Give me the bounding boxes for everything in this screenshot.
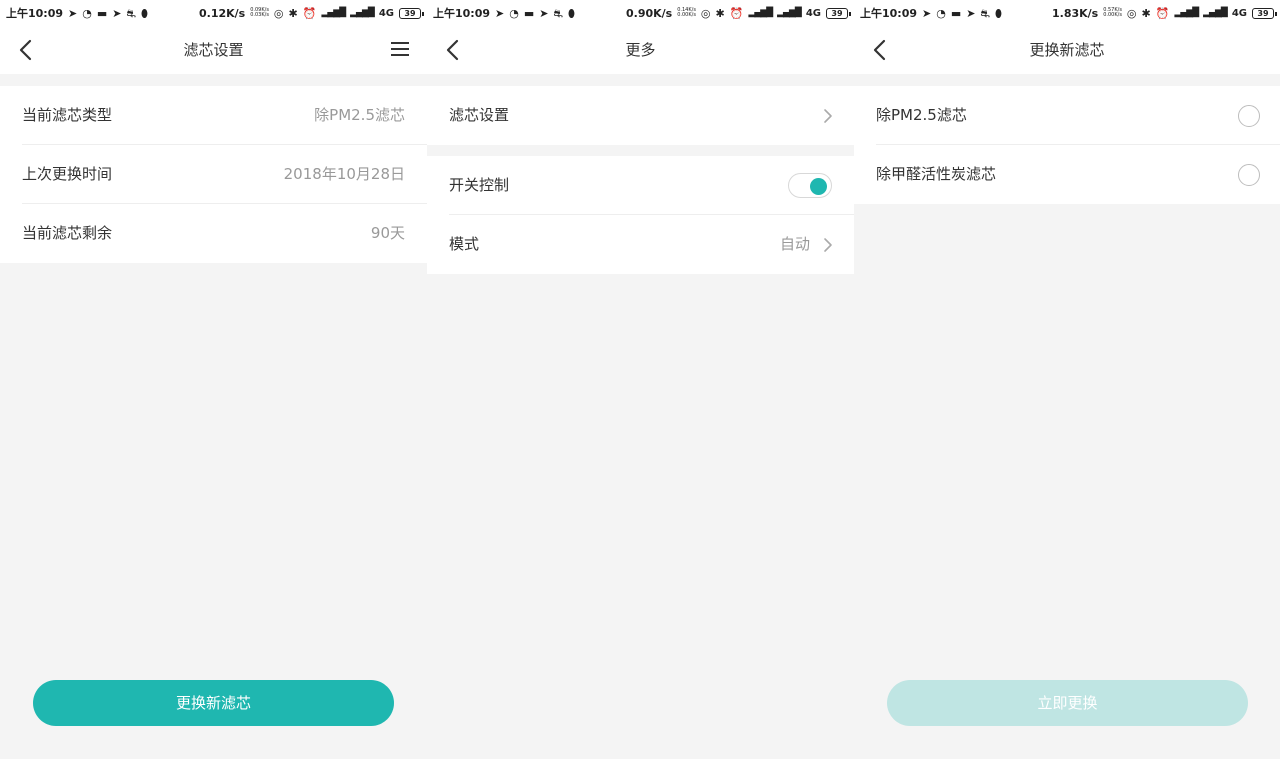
signal-icon: ▂▄▆█ (1174, 8, 1199, 18)
network-type: 4G (805, 7, 821, 19)
qq-icon: ◔ (509, 6, 519, 20)
app-icon: ⛐ (126, 6, 136, 20)
status-time: 上午10:09 (6, 7, 64, 20)
last-replaced-label: 上次更换时间 (22, 165, 113, 183)
battery-icon: 39 (826, 7, 851, 19)
telegram-icon: ➤ (68, 6, 78, 20)
alarm-icon: ⏰ (1155, 6, 1170, 20)
network-speed: 1.83K/s (1051, 6, 1099, 20)
hotspot-icon: ◎ (700, 6, 711, 20)
option-carbon-row[interactable]: 除甲醛活性炭滤芯 (854, 145, 1280, 204)
signal-icon: ▂▄▆█ (350, 8, 375, 18)
signal-icon: ▂▄▆█ (1203, 8, 1228, 18)
power-toggle[interactable] (788, 173, 832, 198)
mode-row[interactable]: 模式 自动 (427, 215, 854, 274)
message-icon: ▬ (950, 6, 962, 20)
bluetooth-icon: ✱ (1141, 6, 1151, 20)
switch-control-label: 开关控制 (449, 176, 510, 194)
filter-type-row: 当前滤芯类型 除PM2.5滤芯 (0, 86, 427, 145)
qq-icon: ◔ (936, 6, 946, 20)
header: 滤芯设置 (0, 26, 427, 74)
telegram-icon: ➤ (539, 6, 549, 20)
filter-remaining-label: 当前滤芯剩余 (22, 224, 113, 242)
last-replaced-row: 上次更换时间 2018年10月28日 (0, 145, 427, 204)
app-icon: ⛐ (980, 6, 990, 20)
menu-icon (391, 42, 409, 44)
filter-settings-row[interactable]: 滤芯设置 (427, 86, 854, 145)
status-time: 上午10:09 (860, 7, 918, 20)
option-carbon-label: 除甲醛活性炭滤芯 (876, 165, 997, 183)
status-bar: 上午10:09 ➤ ◔ ▬ ➤ ⛐ ⬮ 1.83K/s 0.57K/s 0.00… (854, 0, 1280, 26)
option-pm25-label: 除PM2.5滤芯 (876, 106, 967, 124)
status-bar: 上午10:09 ➤ ◔ ▬ ➤ ⛐ ⬮ 0.90K/s 0.14K/s 0.00… (427, 0, 854, 26)
menu-button[interactable] (389, 39, 411, 61)
signal-icon: ▂▄▆█ (321, 8, 346, 18)
network-speed-detail: 0.57K/s 0.00K/s (1103, 7, 1122, 18)
more-screen: 上午10:09 ➤ ◔ ▬ ➤ ⛐ ⬮ 0.90K/s 0.14K/s 0.00… (427, 0, 854, 759)
mode-value: 自动 (779, 235, 810, 253)
option-pm25-radio[interactable] (1238, 105, 1260, 127)
signal-icon: ▂▄▆█ (777, 8, 802, 18)
filter-type-label: 当前滤芯类型 (22, 106, 113, 124)
chevron-right-icon (822, 236, 834, 254)
bluetooth-icon: ✱ (715, 6, 725, 20)
network-type: 4G (1231, 7, 1247, 19)
network-speed: 0.12K/s (198, 6, 246, 20)
option-carbon-radio[interactable] (1238, 164, 1260, 186)
replace-filter-button[interactable]: 更换新滤芯 (33, 680, 394, 726)
location-icon: ⬮ (994, 6, 1002, 20)
telegram-icon: ➤ (966, 6, 976, 20)
chevron-right-icon (822, 107, 834, 125)
filter-remaining-row: 当前滤芯剩余 90天 (0, 204, 427, 263)
message-icon: ▬ (523, 6, 535, 20)
location-icon: ⬮ (140, 6, 148, 20)
status-time: 上午10:09 (433, 7, 491, 20)
filter-type-value: 除PM2.5滤芯 (314, 106, 405, 124)
replace-now-button[interactable]: 立即更换 (887, 680, 1248, 726)
page-title: 更多 (625, 41, 656, 59)
network-speed-detail: 0.14K/s 0.00K/s (677, 7, 696, 18)
filter-remaining-value: 90天 (370, 224, 405, 242)
telegram-icon: ➤ (922, 6, 932, 20)
status-bar: 上午10:09 ➤ ◔ ▬ ➤ ⛐ ⬮ 0.12K/s 0.09K/s 0.03… (0, 0, 427, 26)
page-title: 更换新滤芯 (1029, 41, 1105, 59)
bluetooth-icon: ✱ (288, 6, 298, 20)
page-title: 滤芯设置 (183, 41, 244, 59)
hotspot-icon: ◎ (1126, 6, 1137, 20)
filter-settings-screen: 上午10:09 ➤ ◔ ▬ ➤ ⛐ ⬮ 0.12K/s 0.09K/s 0.03… (0, 0, 427, 759)
replace-filter-screen: 上午10:09 ➤ ◔ ▬ ➤ ⛐ ⬮ 1.83K/s 0.57K/s 0.00… (854, 0, 1280, 759)
location-icon: ⬮ (567, 6, 575, 20)
app-icon: ⛐ (553, 6, 563, 20)
alarm-icon: ⏰ (302, 6, 317, 20)
filter-settings-label: 滤芯设置 (449, 106, 510, 124)
network-speed-detail: 0.09K/s 0.03K/s (250, 7, 269, 18)
option-pm25-row[interactable]: 除PM2.5滤芯 (854, 86, 1280, 145)
mode-label: 模式 (449, 235, 480, 253)
qq-icon: ◔ (82, 6, 92, 20)
toggle-knob (810, 177, 827, 195)
network-speed: 0.90K/s (625, 6, 673, 20)
switch-control-row: 开关控制 (427, 156, 854, 215)
network-type: 4G (378, 7, 394, 19)
last-replaced-value: 2018年10月28日 (283, 165, 405, 183)
app-screens: 上午10:09 ➤ ◔ ▬ ➤ ⛐ ⬮ 0.12K/s 0.09K/s 0.03… (0, 0, 1280, 759)
battery-icon: 39 (1252, 7, 1277, 19)
alarm-icon: ⏰ (729, 6, 744, 20)
message-icon: ▬ (96, 6, 108, 20)
header: 更多 (427, 26, 854, 74)
header: 更换新滤芯 (854, 26, 1280, 74)
telegram-icon: ➤ (495, 6, 505, 20)
battery-icon: 39 (399, 7, 424, 19)
telegram-icon: ➤ (112, 6, 122, 20)
signal-icon: ▂▄▆█ (748, 8, 773, 18)
hotspot-icon: ◎ (273, 6, 284, 20)
